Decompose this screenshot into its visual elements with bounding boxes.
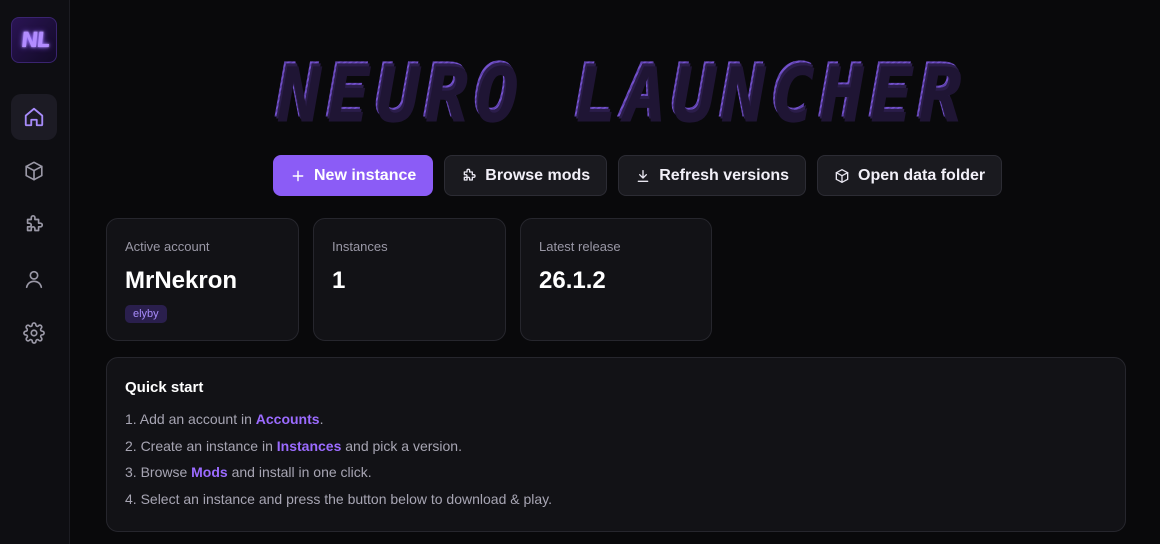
step-text: 4. Select an instance and press the butt…	[125, 490, 553, 507]
gear-icon	[23, 322, 45, 344]
sidebar-item-instances[interactable]	[11, 148, 57, 194]
quick-start-step: 3. Browse Mods and install in one click.	[125, 463, 1107, 490]
refresh-versions-button[interactable]: Refresh versions	[618, 155, 807, 196]
accounts-link[interactable]: Accounts	[256, 411, 320, 427]
download-icon	[637, 169, 649, 182]
active-account-value: MrNekron	[125, 267, 238, 294]
action-bar: New instance Browse mods Refresh version…	[273, 155, 1013, 196]
new-instance-button[interactable]: New instance	[273, 155, 434, 196]
latest-release-label: Latest release	[539, 239, 621, 254]
logo-text: NL	[19, 28, 49, 52]
mods-link[interactable]: Mods	[191, 464, 228, 480]
browse-mods-button[interactable]: Browse mods	[444, 155, 608, 196]
latest-release-card: Latest release 26.1.2	[520, 218, 712, 341]
account-type-badge: elyby	[125, 305, 167, 323]
active-account-label: Active account	[125, 239, 210, 254]
refresh-versions-label: Refresh versions	[659, 166, 790, 184]
instances-link[interactable]: Instances	[277, 438, 342, 454]
puzzle-icon	[26, 215, 44, 232]
step-text: and install in one click.	[227, 464, 372, 480]
user-icon	[25, 270, 43, 289]
new-instance-label: New instance	[314, 166, 417, 184]
step-text: 3. Browse	[125, 464, 192, 480]
sidebar-item-settings[interactable]	[11, 310, 57, 356]
quick-start-panel: Quick start 1. Add an account in Account…	[106, 357, 1126, 532]
step-text: 1. Add an account in	[125, 411, 256, 427]
latest-release-value: 26.1.2	[539, 267, 606, 294]
sidebar-item-home[interactable]	[11, 94, 57, 140]
puzzle-icon	[463, 168, 476, 181]
app-window: NL NEURO LAUNCHER New instance Browse mo…	[0, 0, 1160, 544]
step-text: .	[319, 411, 324, 427]
active-account-card: Active account MrNekron elyby	[106, 218, 299, 341]
instances-card: Instances 1	[313, 218, 506, 341]
plus-icon	[292, 170, 304, 181]
quick-start-step: 4. Select an instance and press the butt…	[125, 490, 1107, 517]
sidebar-item-mods[interactable]	[11, 202, 57, 248]
neuro-launcher-logo[interactable]: NL	[11, 17, 57, 63]
browse-mods-label: Browse mods	[485, 166, 591, 184]
step-text: 2. Create an instance in	[125, 437, 277, 454]
quick-start-list: 1. Add an account in Accounts. 2. Create…	[125, 410, 1107, 516]
cube-icon	[835, 168, 849, 183]
open-data-folder-button[interactable]: Open data folder	[817, 155, 1003, 196]
quick-start-step: 1. Add an account in Accounts.	[125, 410, 1107, 437]
header: NEURO LAUNCHER	[260, 45, 980, 135]
cube-icon	[25, 161, 43, 181]
sidebar-item-accounts[interactable]	[11, 256, 57, 302]
step-text: and pick a version.	[341, 437, 462, 454]
home-icon	[24, 107, 44, 127]
instances-label: Instances	[332, 239, 388, 254]
quick-start-step: 2. Create an instance in Instances and p…	[125, 437, 1107, 464]
home-page: NEURO LAUNCHER New instance Browse mods …	[70, 0, 1160, 544]
page-title: NEURO LAUNCHER	[266, 45, 974, 135]
open-data-folder-label: Open data folder	[858, 166, 986, 184]
quick-start-title: Quick start	[125, 379, 204, 396]
sidebar: NL	[0, 0, 70, 544]
instances-count: 1	[332, 267, 346, 294]
